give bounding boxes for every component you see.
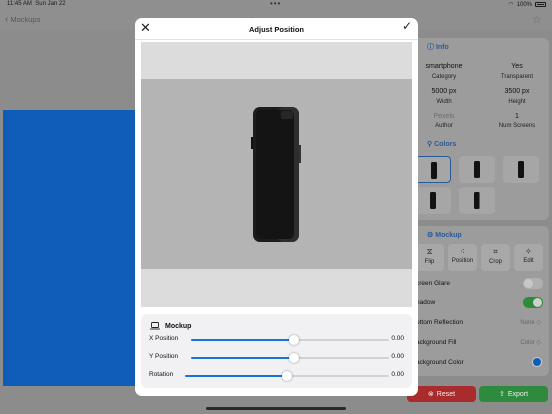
x-position-row: X Position 0.00 — [149, 334, 404, 346]
position-icon: ⁖ — [460, 247, 465, 256]
phone-swatch-icon — [430, 192, 436, 209]
home-indicator[interactable] — [206, 407, 346, 410]
y-position-fill — [191, 357, 294, 359]
share-icon: ⇪ — [498, 391, 505, 398]
x-position-slider[interactable] — [191, 335, 389, 345]
info-category-value: smartphone — [425, 63, 463, 70]
modal-header: ✕ Adjust Position ✓ — [135, 18, 418, 40]
wifi-icon: ◠ — [508, 2, 514, 8]
color-option-blue[interactable] — [415, 187, 451, 214]
colors-title: ⚲ Colors — [427, 141, 457, 148]
bottom-reflection-label: ottom Reflection — [416, 319, 463, 326]
info-transparent-value: Yes — [511, 63, 523, 70]
favorite-star-icon[interactable]: ☆ — [532, 13, 542, 26]
shadow-toggle[interactable] — [523, 297, 543, 308]
phone-swatch-icon — [474, 161, 480, 178]
info-author-label: Author — [435, 123, 453, 129]
colors-card: ⚲ Colors — [409, 134, 549, 220]
info-screens-value: 1 — [515, 113, 519, 120]
info-title: ⓘ Info — [427, 44, 449, 51]
background-fill-select[interactable]: Color ◇ — [520, 339, 541, 346]
y-position-slider[interactable] — [191, 353, 389, 363]
rotation-fill — [185, 375, 287, 377]
controls-title: Mockup — [165, 322, 192, 330]
x-position-thumb[interactable] — [288, 335, 299, 345]
status-indicators: ◠ 100% — [508, 1, 546, 8]
color-option-silver[interactable] — [459, 156, 495, 183]
flip-label: Flip — [424, 259, 435, 265]
y-position-thumb[interactable] — [288, 353, 299, 363]
screen-glare-toggle[interactable] — [523, 278, 543, 289]
preview-stage[interactable] — [141, 79, 412, 269]
edit-label: Edit — [523, 258, 534, 264]
rotation-thumb[interactable] — [282, 371, 292, 381]
bottom-reflection-select[interactable]: None ◇ — [520, 319, 541, 326]
info-author-value[interactable]: Pexels — [414, 113, 474, 120]
phone-swatch-icon — [474, 192, 480, 209]
info-height-value: 3500 px — [504, 88, 530, 95]
color-option-graphite[interactable] — [415, 156, 451, 183]
x-position-value: 0.00 — [391, 335, 404, 342]
controls-header: Mockup — [150, 322, 191, 330]
canvas-background — [3, 110, 135, 386]
background-color-swatch[interactable] — [532, 357, 542, 367]
rotation-slider[interactable] — [185, 371, 389, 381]
y-position-row: Y Position 0.00 — [149, 352, 404, 364]
background-fill-label: ackground Fill — [416, 339, 457, 346]
info-category-label: Category — [431, 74, 457, 80]
mockup-title: ⚙ Mockup — [427, 232, 462, 239]
crop-label: Crop — [488, 259, 502, 265]
status-time: 11:45 AM Sun Jan 22 — [7, 1, 66, 7]
y-position-value: 0.00 — [391, 353, 404, 360]
mockup-card: ⚙ Mockup ⧖ Flip ⁖ Position ⌗ Crop ✧ Edit… — [409, 226, 549, 376]
adjust-position-modal: ✕ Adjust Position ✓ Mockup X Position 0.… — [135, 18, 418, 396]
position-button[interactable]: ⁖ Position — [448, 244, 477, 271]
laptop-icon — [150, 322, 160, 330]
info-width-value: 5000 px — [431, 88, 457, 95]
phone-swatch-icon — [518, 161, 524, 178]
flip-icon: ⧖ — [426, 247, 433, 256]
info-height-label: Height — [508, 99, 526, 105]
battery-percent: 100% — [516, 1, 532, 8]
x-position-label: X Position — [149, 335, 179, 342]
battery-icon — [535, 2, 546, 7]
phone-swatch-icon — [431, 162, 437, 179]
status-bar: 11:45 AM Sun Jan 22 ••• ◠ 100% — [0, 0, 552, 10]
shadow-label: hadow — [416, 299, 436, 306]
screen-glare-label: creen Glare — [416, 280, 450, 287]
y-position-label: Y Position — [149, 353, 179, 360]
mockup-position-controls: Mockup X Position 0.00 Y Position 0.00 R… — [141, 314, 412, 388]
confirm-checkmark-icon[interactable]: ✓ — [402, 20, 412, 33]
info-width-label: Width — [436, 99, 452, 105]
inspector-panel: ⓘ Info smartphone Category Yes Transpare… — [402, 30, 552, 414]
color-option-red[interactable] — [459, 187, 495, 214]
color-option-gold[interactable] — [503, 156, 539, 183]
edit-button[interactable]: ✧ Edit — [514, 244, 543, 271]
magic-wand-icon: ✧ — [525, 247, 532, 256]
info-screens-label: Num Screens — [498, 123, 536, 129]
reset-icon: ⊗ — [427, 391, 434, 398]
rotation-row: Rotation 0.00 — [149, 370, 404, 382]
crop-button[interactable]: ⌗ Crop — [481, 244, 510, 271]
info-transparent-label: Transparent — [500, 74, 534, 80]
background-color-label: ackground Color — [416, 359, 464, 366]
multitasking-dots-icon[interactable]: ••• — [270, 0, 281, 8]
crop-icon: ⌗ — [493, 247, 498, 256]
rotation-value: 0.00 — [391, 371, 404, 378]
phone-mockup-image[interactable] — [251, 107, 301, 242]
modal-title: Adjust Position — [249, 25, 304, 34]
position-preview — [141, 42, 412, 307]
x-position-fill — [191, 339, 294, 341]
position-label: Position — [451, 258, 474, 264]
reset-label: Reset — [436, 390, 456, 398]
export-button[interactable]: ⇪ Export — [479, 386, 548, 402]
flip-button[interactable]: ⧖ Flip — [415, 244, 444, 271]
export-label: Export — [507, 390, 529, 398]
rotation-label: Rotation — [149, 371, 174, 378]
